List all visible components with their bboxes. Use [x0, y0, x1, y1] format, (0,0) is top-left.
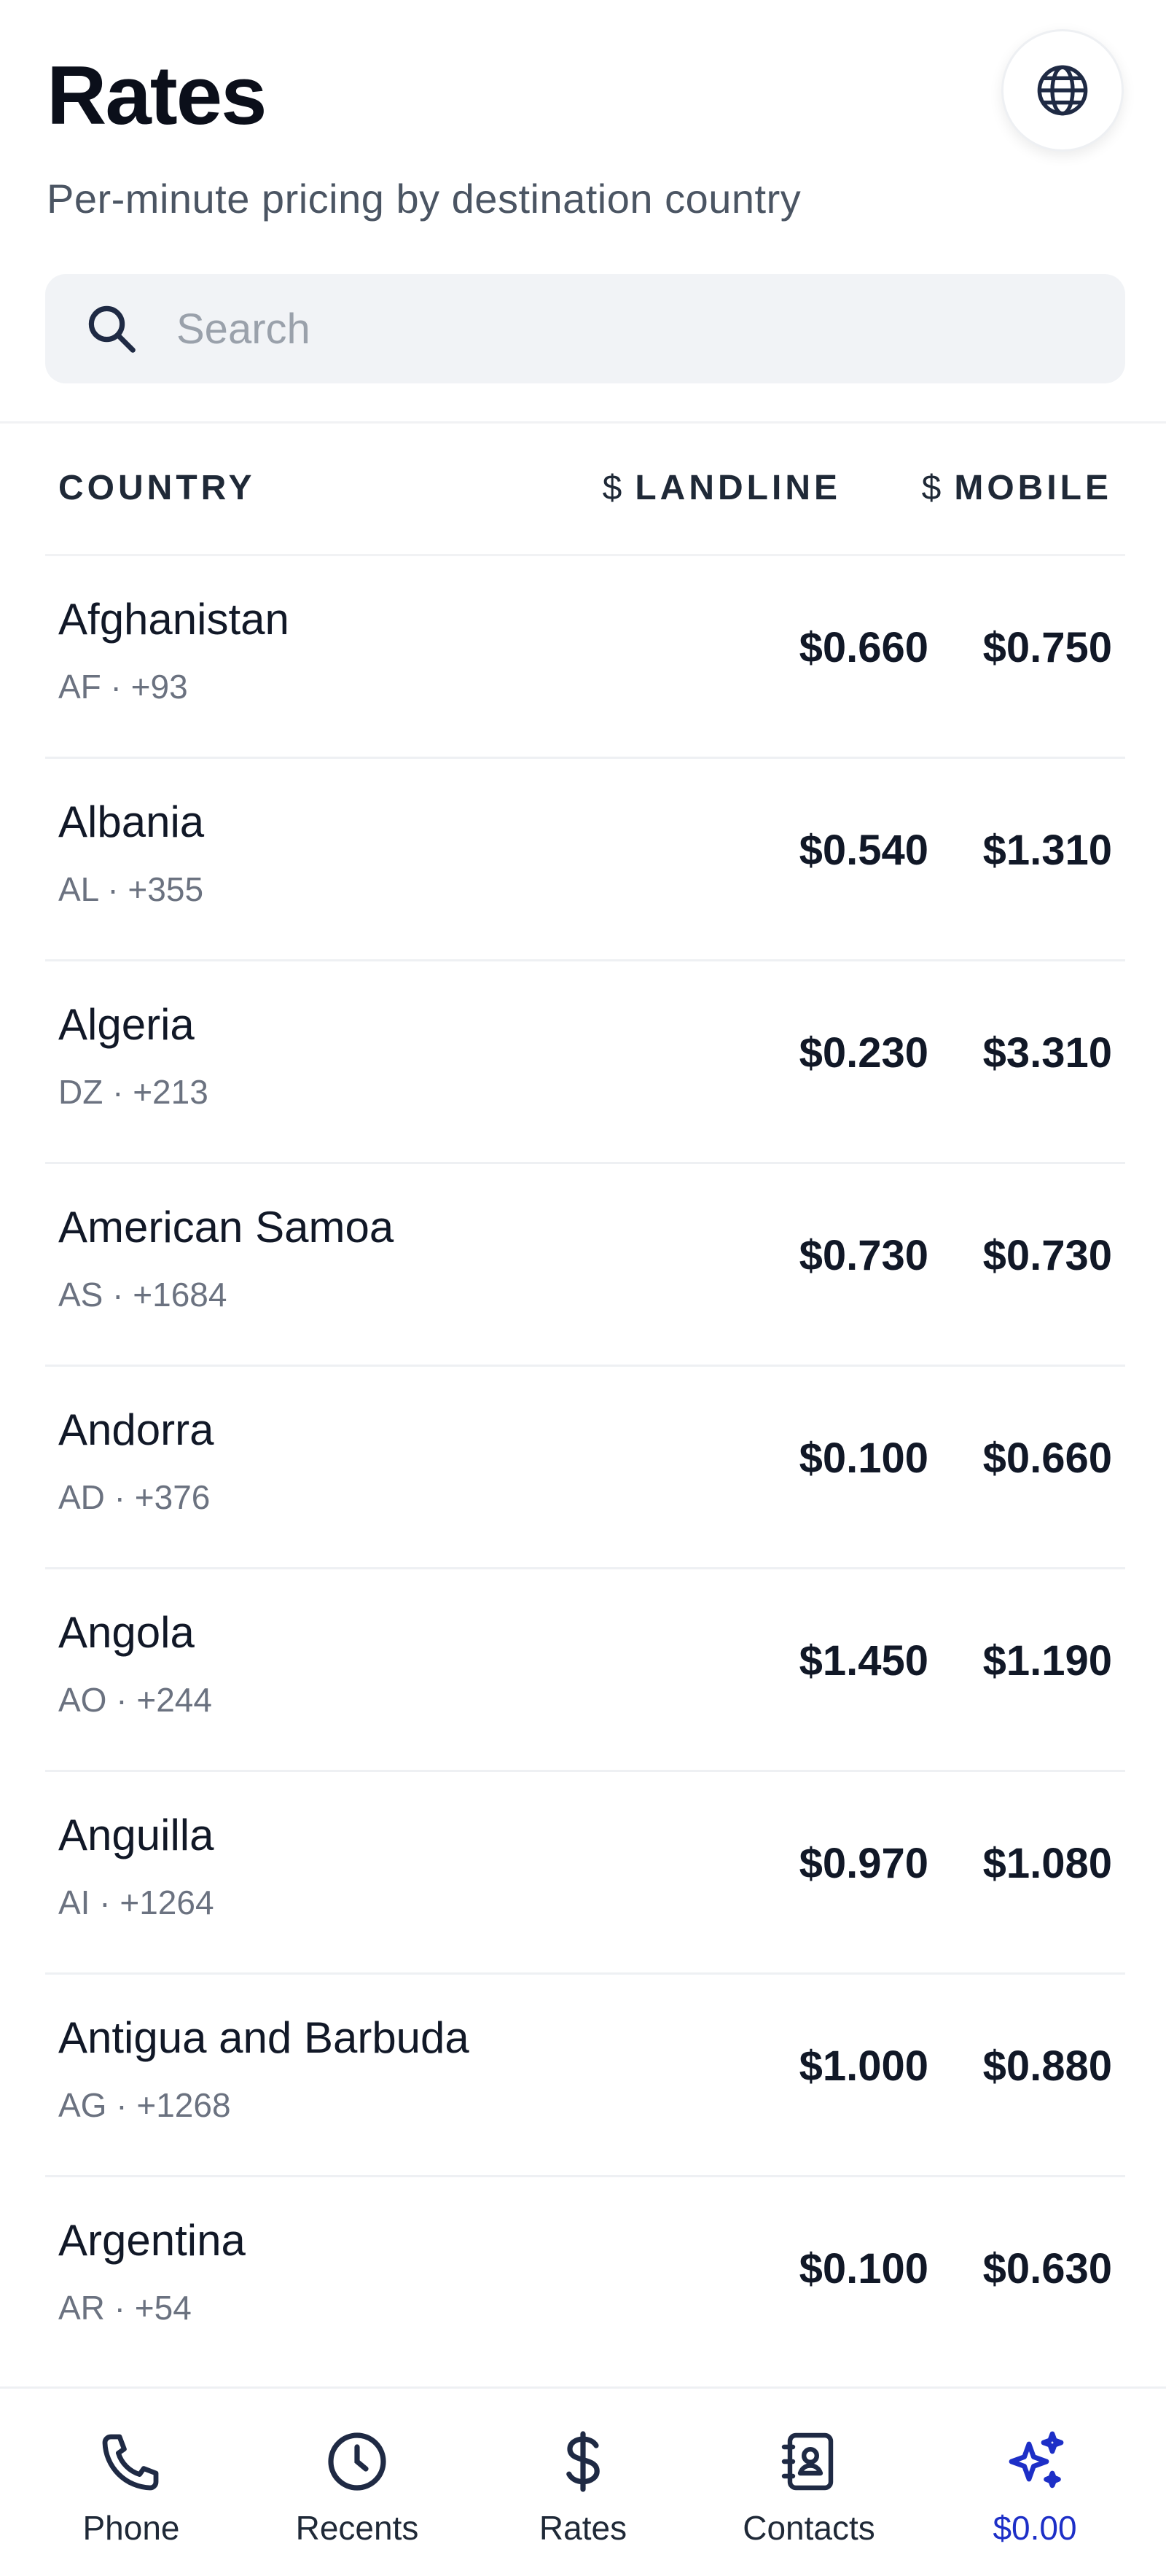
table-row[interactable]: Angola AO · +244 $1.450 $1.190	[45, 1567, 1125, 1770]
table-row[interactable]: Afghanistan AF · +93 $0.660 $0.750	[45, 554, 1125, 757]
nav-balance[interactable]: $0.00	[926, 2389, 1144, 2576]
dollar-icon: $	[921, 469, 942, 507]
country-name: Angola	[58, 1608, 195, 1657]
search-bar[interactable]	[45, 274, 1125, 383]
country-name: Argentina	[58, 2216, 246, 2265]
dollar-icon	[566, 2431, 600, 2492]
country-code: AS · +1684	[58, 1276, 227, 1314]
rates-screen: Rates Per-minute pricing by destination …	[0, 0, 1166, 2576]
landline-rate: $0.970	[799, 1840, 928, 1887]
dollar-icon: $	[602, 469, 622, 507]
header: Rates Per-minute pricing by destination …	[45, 29, 1124, 226]
nav-contacts[interactable]: Contacts	[700, 2389, 918, 2576]
landline-rate: $1.450	[799, 1637, 928, 1685]
country-code: AI · +1264	[58, 1884, 214, 1921]
country-name: Antigua and Barbuda	[58, 2013, 469, 2062]
mobile-rate: $1.190	[982, 1637, 1112, 1685]
mobile-rate: $0.730	[982, 1232, 1112, 1279]
country-code: AD · +376	[58, 1478, 211, 1516]
search-icon	[88, 305, 136, 353]
column-header-landline: $ LANDLINE	[602, 469, 841, 507]
nav-phone[interactable]: Phone	[22, 2389, 240, 2576]
table-row[interactable]: Antigua and Barbuda AG · +1268 $1.000 $0…	[45, 1972, 1125, 2175]
nav-recents[interactable]: Recents	[248, 2389, 466, 2576]
table-row[interactable]: American Samoa AS · +1684 $0.730 $0.730	[45, 1162, 1125, 1365]
column-header-mobile: $ MOBILE	[921, 469, 1112, 507]
country-code: AR · +54	[58, 2289, 192, 2327]
country-code: AO · +244	[58, 1681, 212, 1719]
nav-label: $0.00	[993, 2509, 1077, 2547]
mobile-rate: $3.310	[982, 1029, 1112, 1077]
landline-rate: $0.730	[799, 1232, 928, 1279]
contacts-icon	[781, 2432, 834, 2491]
mobile-rate: $0.750	[982, 624, 1112, 671]
table-header: COUNTRY $ LANDLINE $ MOBILE	[45, 452, 1125, 525]
country-name: Andorra	[58, 1405, 214, 1454]
table-row[interactable]: Anguilla AI · +1264 $0.970 $1.080	[45, 1770, 1125, 1972]
country-code: AG · +1268	[58, 2086, 231, 2124]
country-code: DZ · +213	[58, 1073, 208, 1111]
page-subtitle: Per-minute pricing by destination countr…	[47, 176, 802, 222]
globe-icon	[1037, 65, 1088, 116]
header-divider	[0, 421, 1166, 424]
clock-icon	[328, 2432, 386, 2491]
bottom-nav: Phone Recents Rates Contacts $0.00	[0, 2386, 1166, 2576]
table-row[interactable]: Albania AL · +355 $0.540 $1.310	[45, 757, 1125, 959]
mobile-rate: $0.880	[982, 2042, 1112, 2090]
rates-list: Afghanistan AF · +93 $0.660 $0.750 Alban…	[45, 554, 1125, 2378]
table-row[interactable]: Algeria DZ · +213 $0.230 $3.310	[45, 959, 1125, 1162]
landline-rate: $0.540	[799, 827, 928, 874]
landline-rate: $0.230	[799, 1029, 928, 1077]
nav-label: Rates	[539, 2509, 627, 2547]
landline-rate: $0.100	[799, 2245, 928, 2292]
nav-label: Recents	[295, 2509, 419, 2547]
country-name: American Samoa	[58, 1203, 394, 1252]
table-row[interactable]: Andorra AD · +376 $0.100 $0.660	[45, 1365, 1125, 1567]
mobile-rate: $0.630	[982, 2245, 1112, 2292]
landline-rate: $0.100	[799, 1435, 928, 1482]
country-code: AL · +355	[58, 870, 204, 908]
country-code: AF · +93	[58, 668, 188, 706]
country-name: Afghanistan	[58, 595, 289, 644]
country-name: Anguilla	[58, 1811, 214, 1859]
table-row[interactable]: Argentina AR · +54 $0.100 $0.630	[45, 2175, 1125, 2378]
country-name: Albania	[58, 797, 205, 846]
globe-button[interactable]	[1001, 29, 1124, 152]
mobile-rate: $1.310	[982, 827, 1112, 874]
phone-icon	[102, 2434, 159, 2491]
column-header-country: COUNTRY	[58, 469, 256, 507]
landline-rate: $1.000	[799, 2042, 928, 2090]
nav-label: Phone	[82, 2509, 180, 2547]
sparkles-icon	[1009, 2431, 1064, 2489]
page-title: Rates	[47, 50, 267, 142]
nav-rates[interactable]: Rates	[474, 2389, 692, 2576]
landline-rate: $0.660	[799, 624, 928, 671]
country-name: Algeria	[58, 1000, 195, 1049]
mobile-rate: $1.080	[982, 1840, 1112, 1887]
mobile-rate: $0.660	[982, 1435, 1112, 1482]
nav-label: Contacts	[743, 2509, 875, 2547]
search-input[interactable]	[176, 304, 978, 354]
